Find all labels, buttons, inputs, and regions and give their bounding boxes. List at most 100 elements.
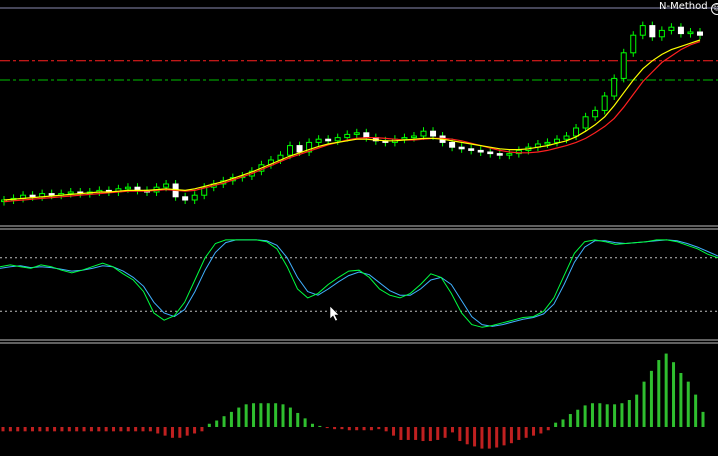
histogram-bar — [694, 394, 698, 427]
price-chart-window[interactable] — [0, 0, 718, 456]
histogram-bar — [126, 427, 130, 432]
histogram-bar — [310, 423, 314, 427]
histogram-bar — [274, 403, 278, 427]
candle — [67, 191, 74, 195]
histogram-bar — [163, 427, 167, 436]
histogram-bar — [443, 427, 447, 438]
candle — [191, 194, 198, 201]
histogram-bar — [627, 400, 631, 427]
indicator-label-text: N-Method — [659, 1, 708, 12]
candle — [496, 153, 503, 156]
histogram-bar — [141, 427, 145, 432]
candle — [315, 138, 322, 143]
histogram-bar — [75, 427, 79, 432]
histogram-bar — [60, 427, 64, 432]
histogram-bar — [576, 409, 580, 427]
candle — [325, 138, 332, 142]
stochastic-signal-line — [0, 239, 718, 327]
histogram-bar — [200, 427, 204, 432]
histogram-bar — [568, 414, 572, 427]
histogram-bar — [193, 427, 197, 434]
histogram-bar — [53, 427, 57, 432]
candle — [363, 132, 370, 139]
histogram-bar — [620, 403, 624, 427]
histogram-bar — [170, 427, 174, 438]
stochastic-pane[interactable] — [0, 239, 718, 328]
stochastic-main-line — [0, 239, 718, 328]
histogram-bar — [178, 427, 182, 438]
histogram-bar — [325, 427, 329, 429]
horizontal-levels — [0, 7, 718, 81]
histogram-bar — [82, 427, 86, 432]
histogram-bar — [340, 427, 344, 430]
candle — [573, 127, 580, 137]
histogram-bar — [495, 427, 499, 448]
histogram-bar — [635, 394, 639, 427]
candle — [601, 95, 608, 111]
candle — [163, 183, 170, 188]
histogram-bar — [303, 418, 307, 427]
candle — [124, 186, 131, 190]
candle — [697, 31, 703, 36]
candle — [544, 141, 551, 145]
histogram-bar — [362, 427, 366, 431]
candle — [334, 137, 341, 142]
histogram-bar — [502, 427, 506, 446]
histogram-bar — [222, 416, 226, 427]
histogram-bar — [16, 427, 20, 432]
candle — [458, 146, 465, 150]
histogram-bar — [428, 427, 432, 442]
histogram-bar — [112, 427, 116, 432]
candle — [506, 153, 513, 156]
candle — [620, 52, 627, 79]
candle — [29, 194, 36, 198]
histogram-bar — [546, 427, 550, 431]
histogram-bar — [355, 427, 359, 431]
histogram-bar — [30, 427, 34, 432]
histogram-bar — [207, 423, 211, 427]
histogram-bar — [266, 403, 270, 427]
histogram-bar — [148, 427, 152, 432]
histogram-pane[interactable] — [1, 353, 705, 449]
histogram-bar — [1, 427, 5, 432]
ma-slow-line — [3, 41, 701, 203]
candle — [410, 135, 417, 139]
histogram-bar — [532, 427, 536, 436]
histogram-bar — [539, 427, 543, 434]
histogram-bar — [288, 407, 292, 427]
candle — [420, 130, 427, 137]
histogram-bar — [215, 420, 219, 427]
histogram-bar — [8, 427, 12, 432]
histogram-bar — [701, 411, 705, 427]
histogram-bar — [318, 425, 322, 427]
histogram-bar — [487, 427, 491, 449]
histogram-bar — [97, 427, 101, 432]
candle — [182, 196, 189, 201]
main-price-pane[interactable] — [0, 7, 718, 206]
histogram-bar — [384, 427, 388, 432]
histogram-bar — [89, 427, 93, 432]
histogram-bar — [414, 427, 418, 440]
histogram-bar — [450, 427, 454, 433]
histogram-bar — [458, 427, 462, 442]
histogram-bar — [229, 411, 233, 427]
candle — [296, 145, 303, 153]
histogram-bar — [369, 427, 373, 431]
histogram-bar — [45, 427, 49, 432]
candle — [477, 149, 484, 153]
histogram-bar — [554, 422, 558, 427]
candle — [563, 135, 570, 140]
candle — [430, 130, 437, 137]
histogram-bar — [104, 427, 108, 432]
histogram-bar — [590, 403, 594, 427]
histogram-bar — [524, 427, 528, 438]
candle — [48, 193, 55, 196]
candle — [639, 25, 646, 36]
candle — [353, 132, 360, 135]
histogram-bar — [259, 403, 263, 427]
candle — [468, 148, 475, 151]
candle — [592, 109, 599, 118]
histogram-bar — [347, 427, 351, 431]
histogram-bar — [244, 404, 248, 427]
candlesticks — [1, 21, 703, 206]
